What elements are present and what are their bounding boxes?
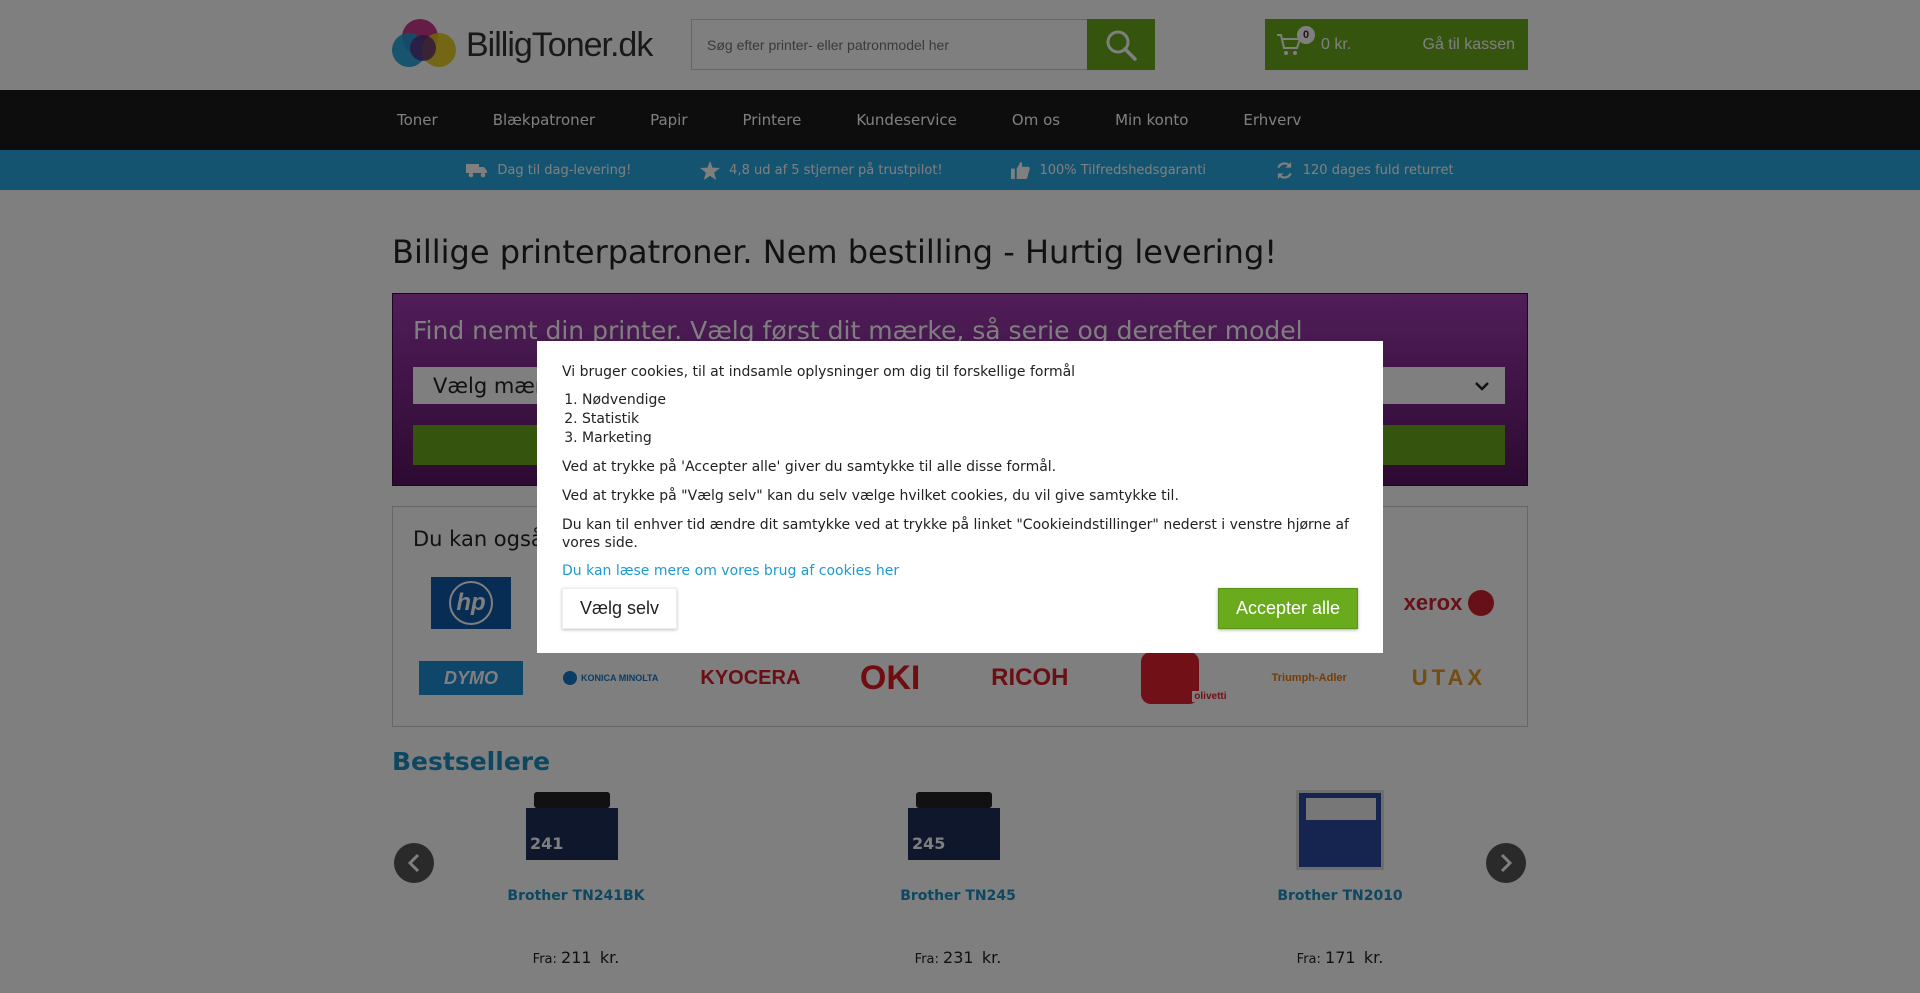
cookie-accept-text: Ved at trykke på 'Accepter alle' giver d… xyxy=(562,459,1057,475)
cookie-change-text: Du kan til enhver tid ændre dit samtykke… xyxy=(562,517,1349,551)
accept-all-button[interactable]: Accepter alle xyxy=(1218,588,1358,629)
cookie-purposes-list: Nødvendige Statistik Marketing xyxy=(582,391,1358,448)
cookie-choose-text: Ved at trykke på "Vælg selv" kan du selv… xyxy=(562,488,1179,504)
cookie-purpose: Nødvendige xyxy=(582,391,1358,410)
cookie-intro: Vi bruger cookies, til at indsamle oplys… xyxy=(562,364,1076,380)
choose-cookies-button[interactable]: Vælg selv xyxy=(562,588,677,629)
cookie-read-more-link[interactable]: Du kan læse mere om vores brug af cookie… xyxy=(562,563,899,579)
cookie-purpose: Marketing xyxy=(582,429,1358,448)
cookie-purpose: Statistik xyxy=(582,410,1358,429)
cookie-consent-dialog: Vi bruger cookies, til at indsamle oplys… xyxy=(537,341,1383,653)
